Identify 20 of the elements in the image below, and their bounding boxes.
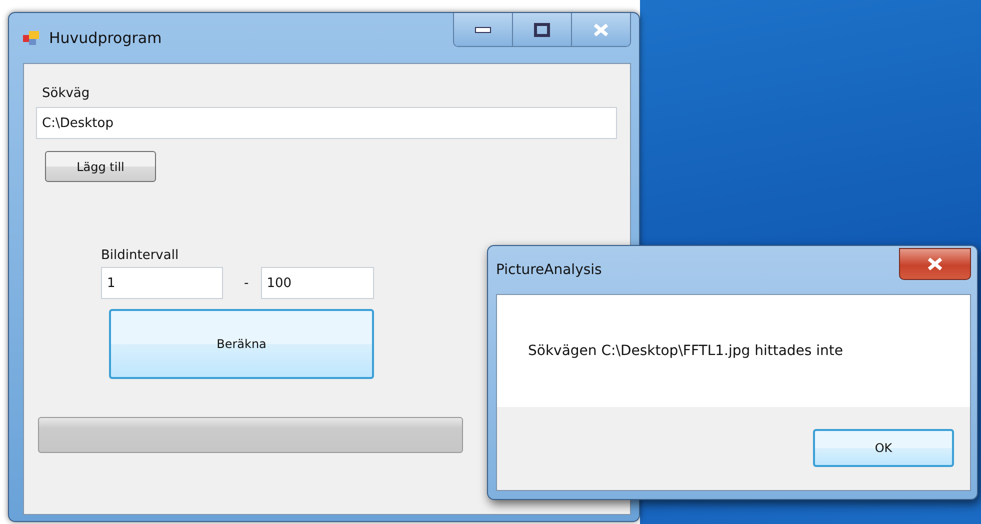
range-separator: - — [244, 276, 249, 290]
maximize-button[interactable] — [512, 13, 571, 46]
compute-button[interactable]: Beräkna — [109, 309, 374, 379]
ok-button[interactable]: OK — [813, 429, 954, 467]
window-title: Huvudprogram — [49, 29, 162, 47]
dialog-title: PictureAnalysis — [496, 262, 602, 278]
path-label: Sökväg — [42, 86, 91, 101]
path-field[interactable]: C:\Desktop — [36, 107, 617, 139]
close-button[interactable] — [899, 248, 971, 280]
add-button[interactable]: Lägg till — [45, 151, 156, 182]
minimize-button[interactable] — [454, 13, 512, 46]
interval-label: Bildintervall — [101, 248, 180, 263]
minimize-icon — [475, 26, 491, 32]
close-icon — [926, 257, 944, 271]
app-icon — [23, 30, 41, 46]
maximize-icon — [534, 22, 550, 36]
from-field[interactable]: 1 — [101, 267, 223, 299]
dialog-message: Sökvägen C:\Desktop\FFTL1.jpg hittades inte — [528, 343, 844, 359]
to-field[interactable]: 100 — [260, 267, 374, 299]
close-icon — [592, 22, 610, 36]
